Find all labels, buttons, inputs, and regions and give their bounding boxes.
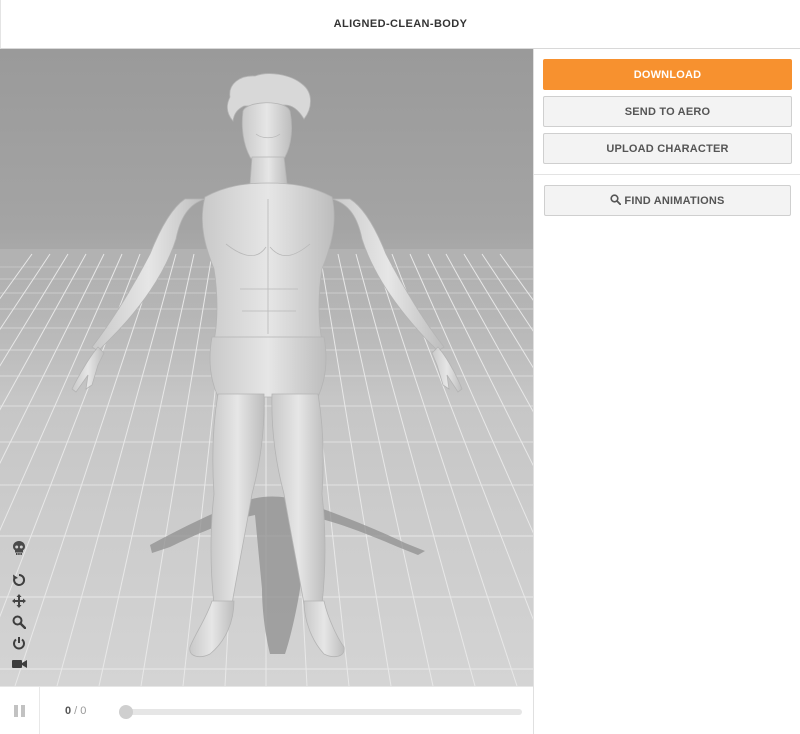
frame-separator: / [71, 705, 81, 717]
download-button[interactable]: DOWNLOAD [543, 59, 792, 90]
find-animations-button[interactable]: FIND ANIMATIONS [544, 185, 791, 216]
send-to-aero-button[interactable]: SEND TO AERO [543, 96, 792, 127]
total-frames: 0 [80, 705, 87, 717]
page-title: ALIGNED-CLEAN-BODY [333, 18, 468, 30]
panel-divider [534, 174, 800, 175]
header: ALIGNED-CLEAN-BODY [0, 0, 800, 49]
timeline-slider[interactable] [124, 709, 522, 715]
upload-label: UPLOAD CHARACTER [606, 142, 729, 155]
move-icon[interactable] [10, 592, 28, 610]
upload-character-button[interactable]: UPLOAD CHARACTER [543, 133, 792, 164]
camera-icon[interactable] [10, 655, 28, 673]
pause-button[interactable] [0, 687, 40, 734]
zoom-icon[interactable] [10, 613, 28, 631]
app: ALIGNED-CLEAN-BODY 0 / 0 DOWNLOAD SEND T… [0, 0, 800, 734]
power-icon[interactable] [10, 634, 28, 652]
3d-viewport[interactable] [0, 49, 533, 686]
skull-icon[interactable] [10, 539, 28, 557]
right-panel: DOWNLOAD SEND TO AERO UPLOAD CHARACTER F… [533, 49, 800, 734]
figure-shadow [150, 496, 425, 654]
download-label: DOWNLOAD [633, 68, 702, 81]
pause-icon [14, 705, 18, 717]
timeline-handle[interactable] [119, 705, 133, 719]
playback-bar: 0 / 0 [0, 686, 533, 734]
frame-counter: 0 / 0 [65, 705, 86, 717]
send-label: SEND TO AERO [624, 105, 711, 118]
scene [0, 73, 533, 686]
reset-icon[interactable] [10, 571, 28, 589]
search-icon [610, 193, 622, 208]
find-label: FIND ANIMATIONS [624, 194, 725, 207]
